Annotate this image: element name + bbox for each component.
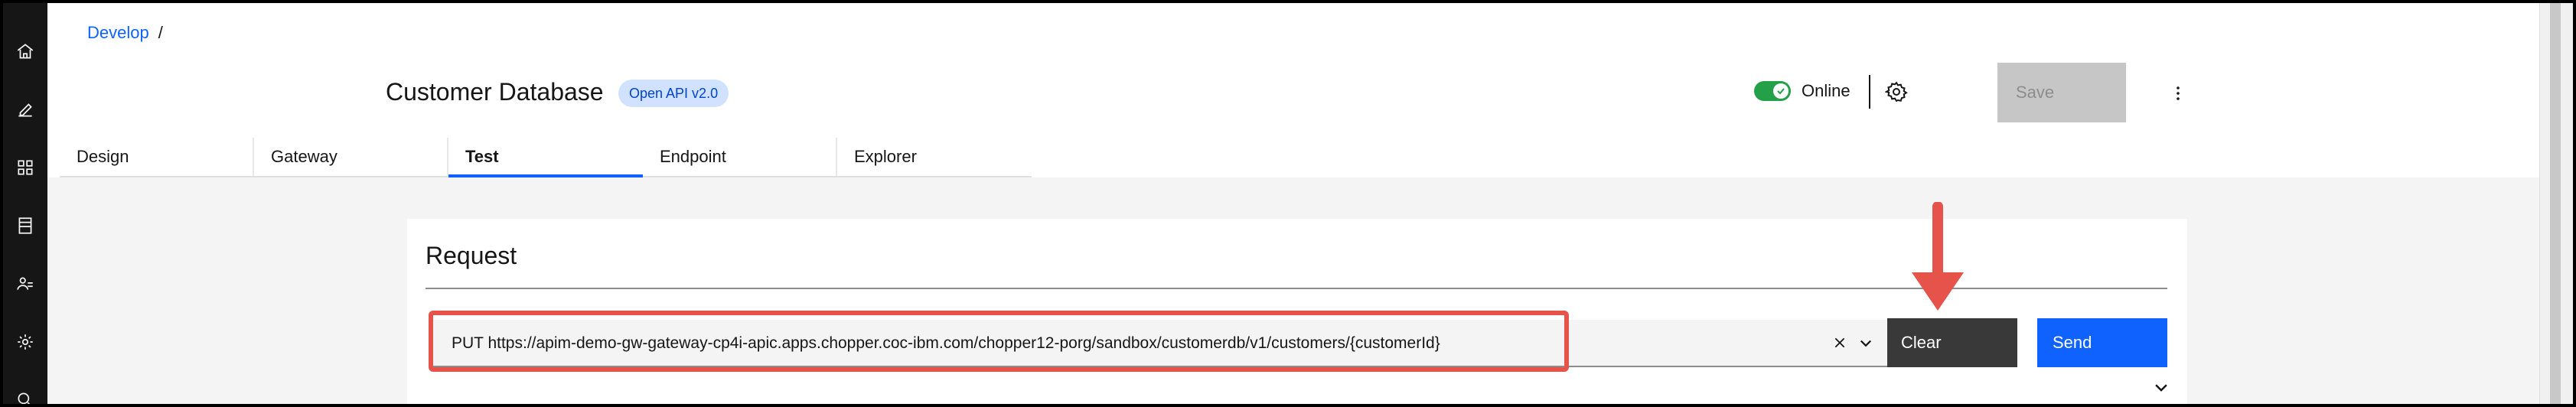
- online-label: Online: [1802, 81, 1850, 100]
- expand-chevron-icon[interactable]: [2149, 376, 2173, 398]
- overflow-menu-icon[interactable]: [2164, 80, 2192, 107]
- request-url-value[interactable]: PUT https://apim-demo-gw-gateway-cp4i-ap…: [452, 320, 1440, 367]
- clear-button[interactable]: Clear: [1887, 318, 2017, 367]
- page-title: Customer Database: [386, 78, 604, 106]
- request-heading: Request: [426, 242, 517, 269]
- tab-gateway[interactable]: Gateway: [254, 138, 448, 177]
- tab-label: Explorer: [854, 147, 917, 166]
- tab-design[interactable]: Design: [60, 138, 254, 177]
- checkmark-icon: [1777, 88, 1785, 95]
- tab-label: Test: [465, 147, 499, 166]
- save-button[interactable]: Save: [1997, 63, 2126, 122]
- editor-tabs: Design Gateway Test Endpoint Explorer: [60, 138, 1032, 177]
- chevron-down-icon[interactable]: [1855, 332, 1877, 353]
- tab-test[interactable]: Test: [448, 138, 643, 177]
- page-header: Develop / Customer Database Open API v2.…: [47, 3, 2539, 177]
- online-status: Online: [1754, 81, 1850, 101]
- breadcrumb-develop-link[interactable]: Develop: [87, 23, 149, 43]
- scrollbar-thumb[interactable]: [2550, 3, 2561, 404]
- online-toggle[interactable]: [1754, 81, 1791, 101]
- home-icon[interactable]: [3, 29, 47, 73]
- app-window: Develop / Customer Database Open API v2.…: [3, 3, 2573, 404]
- apps-icon[interactable]: [3, 145, 47, 190]
- openapi-version-badge: Open API v2.0: [618, 80, 729, 107]
- send-button[interactable]: Send: [2037, 318, 2167, 367]
- header-divider: [1869, 75, 1870, 109]
- tab-explorer[interactable]: Explorer: [837, 138, 1032, 177]
- vertical-scrollbar[interactable]: [2539, 3, 2573, 404]
- left-nav-rail: [3, 3, 47, 404]
- tab-label: Gateway: [271, 147, 337, 166]
- request-url-combobox[interactable]: PUT https://apim-demo-gw-gateway-cp4i-ap…: [430, 320, 1893, 367]
- catalog-icon[interactable]: [3, 204, 47, 248]
- search-icon[interactable]: [3, 378, 47, 404]
- breadcrumb-separator: /: [158, 23, 163, 42]
- annotation-arrow-icon: [1912, 202, 1964, 311]
- breadcrumb: Develop /: [87, 23, 163, 43]
- tab-endpoint[interactable]: Endpoint: [643, 138, 837, 177]
- edit-icon[interactable]: [3, 87, 47, 132]
- tab-label: Endpoint: [660, 147, 726, 166]
- users-icon[interactable]: [3, 262, 47, 306]
- close-icon[interactable]: [1829, 332, 1850, 353]
- settings-icon[interactable]: [3, 320, 47, 364]
- gear-icon[interactable]: [1883, 78, 1910, 106]
- tab-label: Design: [77, 147, 129, 166]
